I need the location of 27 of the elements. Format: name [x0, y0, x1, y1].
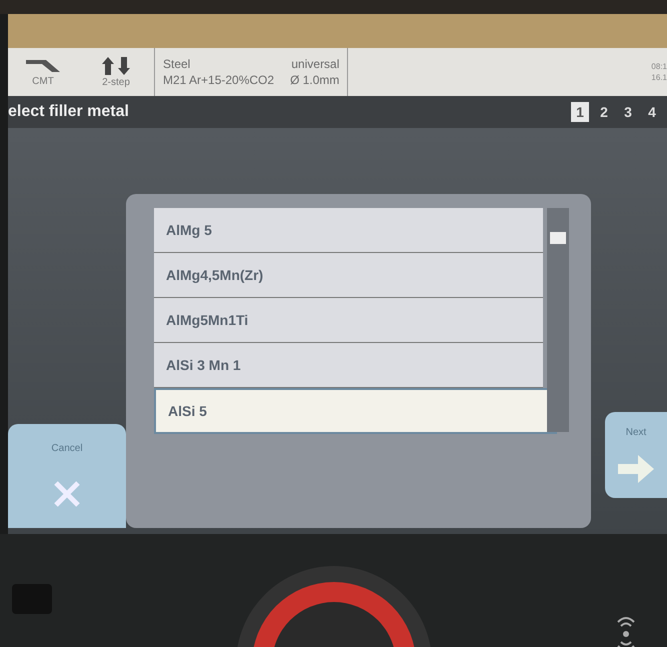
process-label: CMT	[32, 76, 54, 86]
step-tab[interactable]: 3	[619, 102, 637, 122]
wire-diameter-label: Ø 1.0mm	[290, 73, 340, 87]
right-arrow-icon	[618, 455, 654, 484]
screen-title: elect filler metal	[8, 103, 129, 121]
close-icon	[52, 479, 82, 510]
step-tab[interactable]: 1	[571, 102, 589, 122]
material-label: Steel	[163, 57, 192, 71]
up-down-arrows-icon	[101, 56, 131, 74]
scrollbar-thumb[interactable]	[550, 232, 566, 244]
step-tab[interactable]: 2	[595, 102, 613, 122]
list-item[interactable]: AlMg4,5Mn(Zr)	[154, 253, 543, 298]
mode-label: 2-step	[102, 76, 130, 88]
cancel-button[interactable]: Cancel	[8, 424, 126, 528]
date-label: 16.1	[651, 73, 667, 82]
list-item[interactable]: AlMg5Mn1Ti	[154, 298, 543, 343]
time-label: 08:1	[651, 62, 667, 71]
list-item[interactable]: AlSi 3 Mn 1	[154, 343, 543, 388]
gas-label: M21 Ar+15-20%CO2	[163, 73, 274, 87]
list-item[interactable]: AlMg 5	[154, 208, 543, 253]
next-button[interactable]: Next	[605, 412, 667, 498]
list-item[interactable]: AlSi 5	[154, 388, 557, 434]
wireless-key-icon	[615, 614, 637, 647]
wire-type-label: universal	[291, 57, 340, 71]
step-tab[interactable]: 4	[643, 102, 661, 122]
scrollbar[interactable]	[547, 208, 569, 432]
torch-icon	[26, 58, 60, 74]
